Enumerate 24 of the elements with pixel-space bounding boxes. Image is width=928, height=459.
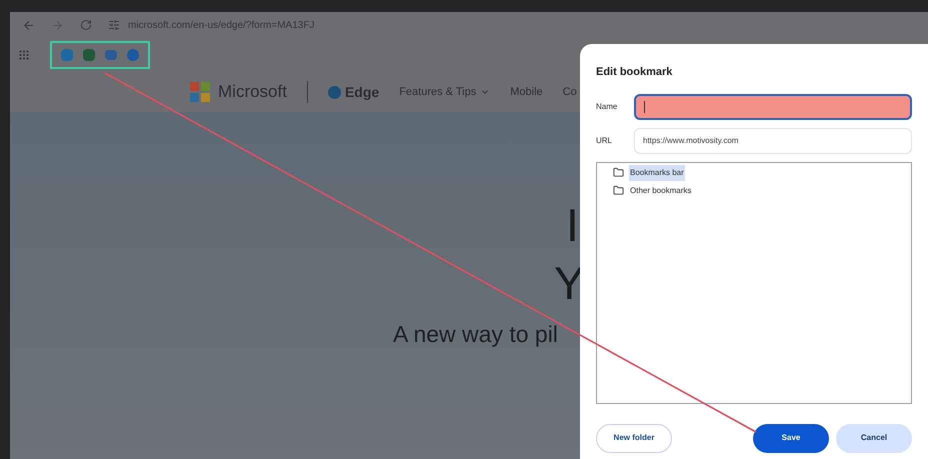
hero-heading: I (566, 202, 580, 248)
refresh-icon[interactable] (80, 19, 92, 31)
text-field[interactable]: https://www.motivosity.com (634, 128, 912, 154)
folder-icon (613, 185, 624, 196)
field-label: Name (596, 100, 618, 112)
apps-icon[interactable] (18, 49, 30, 61)
microsoft-logo-icon (190, 82, 210, 102)
hero-heading: Y (554, 260, 585, 306)
hero-subtitle: A new way to pil (393, 320, 558, 349)
folder-item[interactable]: Other bookmarks (629, 182, 692, 198)
field-label: URL (596, 134, 614, 146)
bookmark-icon[interactable] (83, 49, 95, 61)
dialog-button[interactable]: New folder (596, 424, 672, 452)
back-icon[interactable] (22, 18, 35, 32)
brand-name: Microsoft (218, 81, 287, 104)
dialog-button[interactable]: Save (753, 424, 829, 452)
text-field[interactable] (634, 94, 912, 120)
folder-icon (613, 167, 624, 178)
dialog-title: Edit bookmark (596, 65, 674, 80)
dialog-button[interactable]: Cancel (836, 424, 912, 452)
folder-item[interactable]: Bookmarks bar (629, 164, 685, 180)
product-name: Edge (344, 82, 380, 102)
site-info-icon[interactable] (108, 19, 120, 31)
bookmark-icon[interactable] (105, 50, 117, 60)
